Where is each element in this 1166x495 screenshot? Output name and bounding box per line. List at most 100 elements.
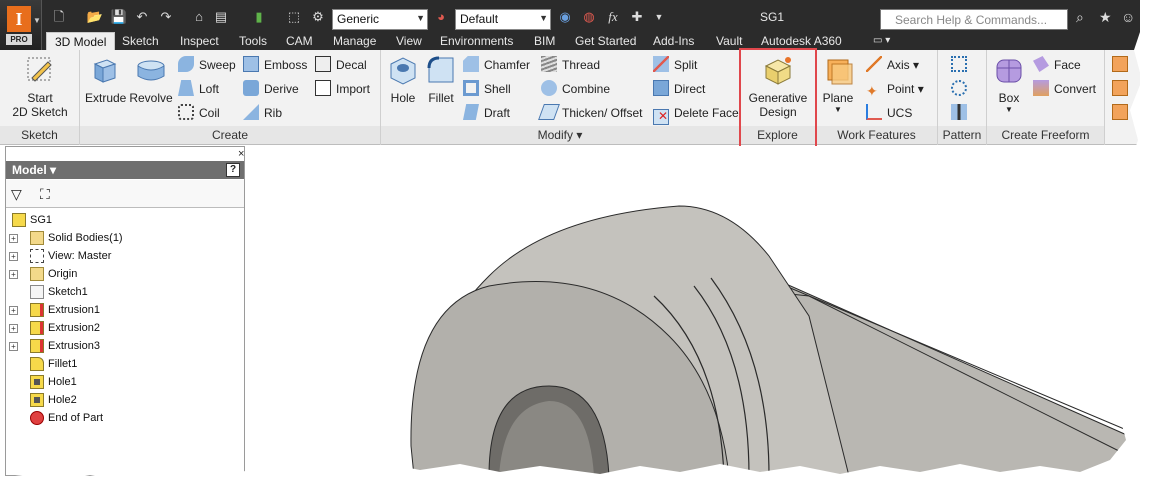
chamfer-button[interactable]: Chamfer [463, 55, 530, 75]
find-binoculars-icon[interactable]: ⛶ [40, 186, 50, 203]
ucs-icon [866, 104, 882, 120]
expand-toggle-icon[interactable]: + [9, 306, 18, 315]
plane-dropdown-icon: ▼ [834, 105, 842, 114]
open-folder-icon[interactable]: 📂 [86, 9, 104, 25]
panel-label-work-features: Work Features [816, 126, 937, 144]
decal-icon [315, 56, 331, 72]
clear-appearance-icon[interactable]: ◍ [580, 9, 598, 25]
qat-customize-icon[interactable]: ▼ [650, 9, 668, 25]
expand-toggle-icon[interactable]: + [9, 234, 18, 243]
properties-icon[interactable]: ▤ [212, 9, 230, 25]
trim-tool-button[interactable] [1112, 103, 1133, 123]
point-button[interactable]: ✦ Point ▾ [866, 79, 924, 99]
search-binoculars-icon[interactable]: ⌕ [1076, 9, 1084, 26]
patch-tool-button[interactable] [1112, 79, 1133, 99]
help-icon[interactable]: ? [226, 163, 240, 177]
expand-toggle-icon[interactable]: + [9, 252, 18, 261]
graphics-window[interactable] [249, 146, 1139, 477]
rectangular-pattern-button[interactable] [951, 55, 972, 75]
home-icon[interactable]: ⌂ [190, 9, 208, 25]
sweep-button[interactable]: Sweep [178, 55, 236, 75]
freeform-box-button[interactable]: Box ▼ [990, 54, 1028, 114]
shell-button[interactable]: Shell [463, 79, 511, 99]
tab-environments[interactable]: Environments [432, 32, 521, 50]
expand-toggle-icon[interactable]: + [9, 324, 18, 333]
coil-icon [178, 104, 194, 120]
tab-cam[interactable]: CAM [278, 32, 321, 50]
mirror-button[interactable] [951, 103, 972, 123]
browser-title[interactable]: Model ▾ [12, 163, 56, 177]
filter-icon[interactable]: ▽ [11, 186, 22, 203]
loft-button[interactable]: Loft [178, 79, 219, 99]
color-wheel-icon: ◕ [437, 9, 445, 24]
title-bar: I PRO ▼ 🗋 📂 💾 ↶ ↷ ⌂ ▤ ▮ ⬚ ⚙ Generic ▼ ◕ D… [0, 0, 1140, 50]
tree-item-label: Extrusion1 [48, 304, 100, 316]
combine-button[interactable]: Combine [541, 79, 610, 99]
ucs-button[interactable]: UCS [866, 103, 912, 123]
direct-button[interactable]: Direct [653, 79, 705, 99]
axis-button[interactable]: Axis ▾ [866, 55, 919, 75]
plane-button[interactable]: Plane ▼ [820, 54, 856, 114]
ribbon-minimize-icon[interactable]: ▭ ▾ [865, 32, 898, 50]
thread-button[interactable]: Thread [541, 55, 600, 75]
application-menu-button[interactable]: I PRO ▼ [0, 0, 42, 50]
tab-manage[interactable]: Manage [325, 32, 384, 50]
split-button[interactable]: Split [653, 55, 697, 75]
panel-label-modify[interactable]: Modify ▾ [381, 126, 739, 144]
select-icon[interactable]: ⬚ [285, 9, 303, 25]
favorites-star-icon[interactable]: ★ [1099, 9, 1112, 26]
material-select[interactable]: Generic ▼ [332, 9, 428, 30]
coil-button[interactable]: Coil [178, 103, 220, 123]
undo-icon[interactable]: ↶ [133, 9, 151, 25]
tab-sketch[interactable]: Sketch [114, 32, 167, 50]
tab-get-started[interactable]: Get Started [567, 32, 644, 50]
update-icon[interactable]: ▮ [250, 9, 268, 25]
adjust-appearance-icon[interactable]: ◉ [556, 9, 574, 25]
browser-header[interactable]: Model ▾ ? [6, 161, 244, 179]
combine-icon [541, 80, 557, 96]
freeform-convert-button[interactable]: Convert [1033, 79, 1096, 99]
thicken-offset-button[interactable]: Thicken/ Offset [538, 103, 642, 123]
rib-button[interactable]: Rib [243, 103, 282, 123]
tab-bim[interactable]: BIM [526, 32, 563, 50]
expand-toggle-icon[interactable]: + [9, 270, 18, 279]
tab-tools[interactable]: Tools [231, 32, 275, 50]
parameters-icon[interactable]: fx [604, 9, 622, 25]
freeform-face-button[interactable]: Face [1033, 55, 1081, 75]
appearance-select[interactable]: Default ▼ [455, 9, 551, 30]
redo-icon[interactable]: ↷ [157, 9, 175, 25]
rectangular-pattern-icon [951, 56, 967, 72]
hole-icon [390, 57, 416, 85]
circular-pattern-button[interactable] [951, 79, 972, 99]
draft-button[interactable]: Draft [463, 103, 510, 123]
delete-face-button[interactable]: ✕ Delete Face [653, 103, 739, 125]
search-help-input[interactable]: Search Help & Commands... [880, 9, 1068, 30]
tree-item-label: View: Master [48, 250, 112, 262]
decal-button[interactable]: Decal [315, 55, 367, 75]
thread-icon [541, 56, 557, 72]
pro-badge: PRO [6, 34, 32, 45]
start-2d-sketch-button[interactable]: Start 2D Sketch [10, 54, 70, 119]
tab-view[interactable]: View [388, 32, 430, 50]
tab-3d-model[interactable]: 3D Model [46, 32, 116, 50]
import-button[interactable]: Import [315, 79, 370, 99]
add-icon[interactable]: ✚ [628, 9, 646, 25]
fillet-button[interactable]: Fillet [424, 54, 458, 105]
expand-toggle-icon[interactable]: + [9, 342, 18, 351]
work-plane-icon [827, 59, 853, 85]
part-model-render[interactable] [249, 146, 1139, 477]
tab-add-ins[interactable]: Add-Ins [645, 32, 702, 50]
tree-item-label: Hole2 [48, 394, 77, 406]
emboss-button[interactable]: Emboss [243, 55, 307, 75]
surface-tool-button[interactable] [1112, 55, 1133, 75]
hole-button[interactable]: Hole [386, 54, 420, 105]
extrude-button[interactable]: Extrude [85, 54, 126, 105]
sign-in-user-icon[interactable]: ☺ [1121, 9, 1135, 25]
revolve-button[interactable]: Revolve [128, 54, 174, 105]
close-icon[interactable]: × [238, 148, 244, 160]
new-file-icon[interactable]: 🗋 [50, 9, 68, 25]
save-icon[interactable]: 💾 [110, 9, 128, 25]
tab-inspect[interactable]: Inspect [172, 32, 227, 50]
derive-button[interactable]: Derive [243, 79, 299, 99]
measure-icon[interactable]: ⚙ [309, 9, 327, 25]
